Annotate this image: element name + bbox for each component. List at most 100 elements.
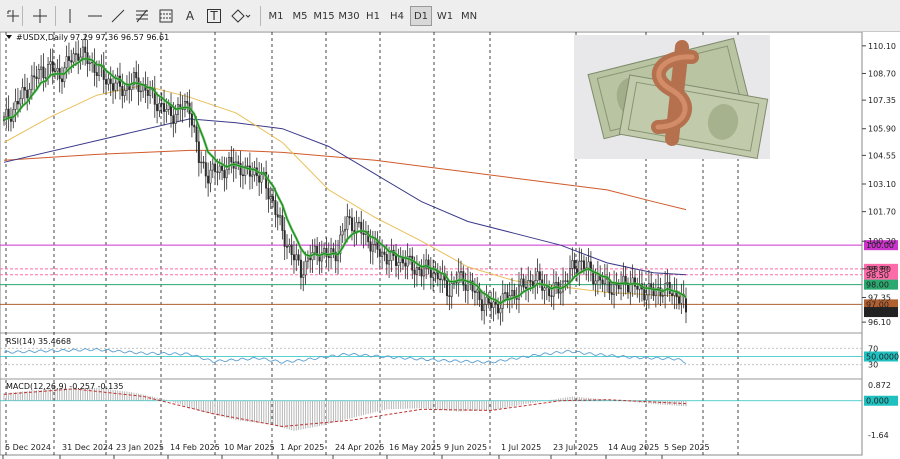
candle-body [371,243,374,252]
candle-body [276,214,279,218]
candle-body [146,89,149,96]
text-box-icon[interactable]: T [204,6,224,26]
horizontal-line-icon[interactable] [85,6,105,26]
candle-body [550,295,553,297]
price-tick-label: 98.80 [868,265,891,274]
candle-body [98,65,101,76]
date-label: 24 Apr 2025 [335,443,384,452]
candle-body [601,279,604,285]
candle-body [67,56,70,61]
candle-body [643,288,646,301]
timeframe-h1[interactable]: H1 [362,6,384,26]
chart-symbol: #USDX,Daily [16,33,68,42]
candle-body [671,293,674,296]
toolbar-separator [260,6,261,26]
candle-body [357,221,360,224]
candle-body [160,102,163,105]
candle-body [408,255,411,258]
timeframe-h4[interactable]: H4 [386,6,408,26]
candle-body [112,83,115,91]
candle-body [613,283,616,295]
candle-body [654,290,657,297]
vertical-line-icon[interactable] [60,6,80,26]
candle-body [88,62,91,65]
candle-body [492,301,495,308]
candle-body [631,277,634,284]
candle-body [527,280,530,289]
candle-body [221,165,224,171]
candle-body [497,303,500,314]
last-price-label: 96.61 [866,308,889,317]
timeframe-m15[interactable]: M15 [313,6,335,26]
candle-body [464,284,467,291]
timeframe-m1[interactable]: M1 [265,6,287,26]
date-label: 9 Jun 2025 [444,443,487,452]
candle-body [297,254,300,261]
dollar-photo [574,35,770,159]
candle-body [511,290,514,296]
fibonacci-icon[interactable] [132,6,152,26]
candle-body [573,260,576,270]
fibo-fan-icon[interactable] [156,6,176,26]
candle-body [209,169,212,184]
timeframe-mn[interactable]: MN [458,6,480,26]
candle-body [323,247,326,254]
price-tick-label: 108.70 [868,69,896,78]
candle-body [105,79,108,85]
rsi-level-label: 30 [868,361,878,370]
candle-body [522,278,525,288]
date-label: 10 Mar 2025 [224,443,275,452]
candle-body [552,282,555,297]
chart-area[interactable]: 100.00 98.80 98.50 98.00 97.00 110.10 108.70 10… [0,32,900,459]
candle-body [49,61,52,65]
candle-body [60,78,63,83]
candle-body [165,109,168,112]
candle-body [292,254,295,261]
candle-body [661,295,664,297]
candle-body [54,70,57,73]
candle-body [216,171,219,173]
candle-body [26,89,29,99]
candle-body [448,295,451,297]
candle-body [190,113,193,126]
date-label: 16 May 2025 [389,443,441,452]
trend-line-icon[interactable] [108,6,128,26]
candle-body [281,215,284,231]
candle-body [332,248,335,253]
timeframe-d1[interactable]: D1 [410,6,432,26]
timeframe-m30[interactable]: M30 [338,6,360,26]
text-label-icon[interactable]: A [180,6,200,26]
candle-body [56,68,59,72]
candle-body [555,282,558,284]
candle-body [107,78,110,85]
candle-body [125,84,128,91]
candle-body [341,230,344,236]
price-level-label: 98.00 [866,281,889,290]
price-tick-label: 104.55 [868,151,896,160]
candle-body [490,302,493,308]
candle-body [70,60,73,63]
cursor-cross-icon[interactable] [30,6,50,26]
price-tick-label: 103.10 [868,180,896,189]
price-tick-label: 100.20 [868,237,896,246]
shapes-icon[interactable] [228,6,254,26]
candle-body [286,246,289,248]
candle-body [51,61,54,72]
timeframe-m5[interactable]: M5 [289,6,311,26]
candle-body [582,260,585,270]
candle-body [578,260,581,273]
price-tick-label: 97.35 [868,293,891,302]
candle-body [65,56,68,69]
crosshair-icon[interactable] [3,6,23,26]
candle-body [35,76,38,79]
candle-body [543,287,546,291]
candle-body [33,75,36,78]
timeframe-w1[interactable]: W1 [434,6,456,26]
candle-body [14,101,17,110]
candle-body [650,283,653,288]
candle-body [404,262,407,267]
candle-body [84,46,87,53]
candle-body [480,299,483,311]
candle-body [290,244,293,256]
candle-body [248,165,251,177]
